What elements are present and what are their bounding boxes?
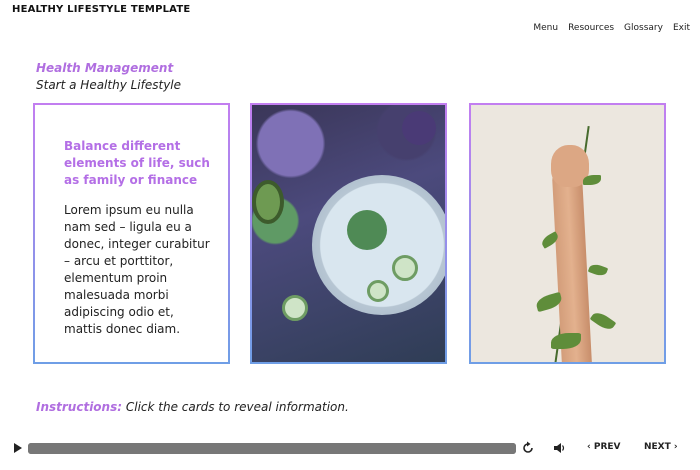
broccoli (347, 210, 387, 250)
top-nav: Menu Resources Glossary Exit (533, 23, 690, 33)
chevron-left-icon: ‹ (587, 442, 591, 452)
section-subtitle: Start a Healthy Lifestyle (36, 78, 182, 92)
leaf (589, 309, 617, 333)
prev-button[interactable]: ‹ PREV (587, 442, 621, 452)
card-balance-life[interactable]: Balance different elements of life, such… (33, 103, 230, 364)
plant-hand-photo (471, 105, 664, 362)
prev-label: PREV (593, 442, 621, 452)
nav-menu[interactable]: Menu (533, 23, 558, 33)
instructions: Instructions: Click the cards to reveal … (36, 400, 349, 414)
leaf (583, 175, 601, 185)
food-photo (252, 105, 445, 362)
nav-exit[interactable]: Exit (673, 23, 690, 33)
cucumber-slice (392, 255, 418, 281)
play-icon[interactable] (14, 443, 22, 453)
cucumber-slice (367, 280, 389, 302)
instructions-text: Click the cards to reveal information. (122, 400, 349, 414)
card-heading: Balance different elements of life, such… (64, 139, 210, 187)
card-body-text: Lorem ipsum eu nulla nam sed – ligula eu… (64, 203, 210, 336)
card-food-image[interactable] (250, 103, 447, 364)
nav-glossary[interactable]: Glossary (624, 23, 663, 33)
avocado (252, 180, 284, 224)
progress-bar[interactable] (28, 443, 516, 454)
player-bar: ‹ PREV NEXT › (0, 438, 700, 460)
next-button[interactable]: NEXT › (644, 442, 678, 452)
replay-icon[interactable] (521, 441, 535, 455)
card-plant-image[interactable] (469, 103, 666, 364)
progress-fill (28, 443, 516, 454)
volume-icon[interactable] (552, 441, 566, 455)
next-label: NEXT (644, 442, 671, 452)
tomato (402, 111, 436, 145)
instructions-label: Instructions: (36, 400, 123, 414)
cucumber-slice (282, 295, 308, 321)
leaf (587, 262, 609, 278)
chevron-right-icon: › (673, 442, 678, 452)
template-title: HEALTHY LIFESTYLE TEMPLATE (12, 4, 191, 15)
section-title: Health Management (36, 61, 174, 75)
nav-resources[interactable]: Resources (568, 23, 614, 33)
